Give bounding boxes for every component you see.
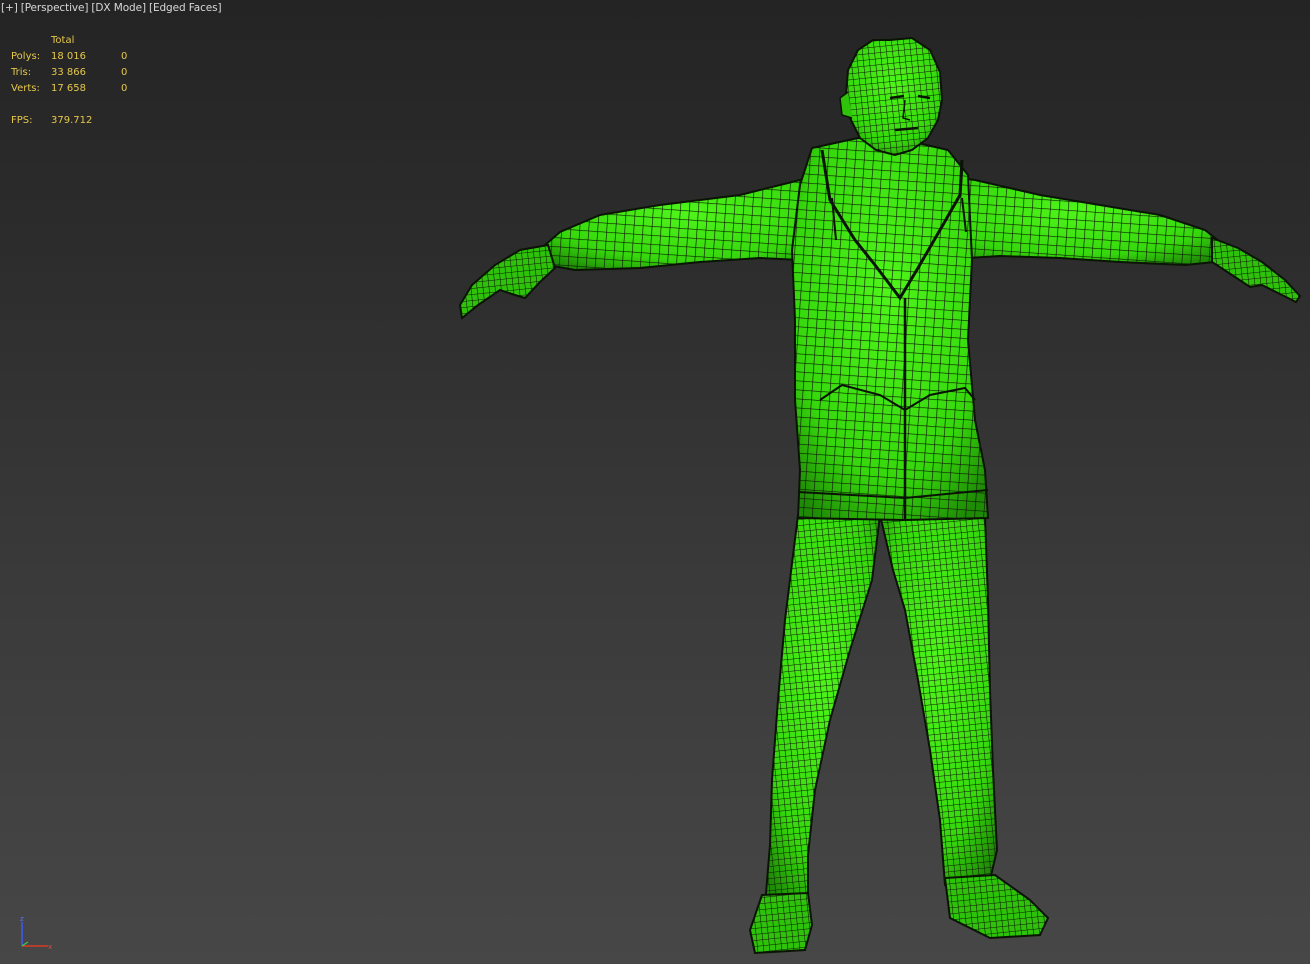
gizmo-z-label: z bbox=[20, 915, 24, 923]
stats-selected-value: 0 bbox=[121, 83, 128, 94]
left-hand bbox=[458, 243, 557, 320]
gizmo-x-label: x bbox=[48, 943, 52, 951]
stats-label: Polys: bbox=[11, 51, 41, 62]
stats-total-value: 33 866 bbox=[51, 67, 86, 78]
stats-header-total: Total bbox=[51, 35, 75, 46]
axis-tripod-icon: z x bbox=[20, 915, 52, 951]
viewport-shading-menu[interactable]: [Edged Faces] bbox=[149, 2, 222, 14]
hoodie-torso bbox=[790, 136, 990, 522]
stats-row-tris: Tris: 33 866 0 bbox=[11, 65, 151, 81]
head bbox=[839, 36, 944, 157]
character-mesh[interactable] bbox=[0, 0, 1310, 964]
stats-label: Tris: bbox=[11, 67, 32, 78]
perspective-viewport[interactable]: [+] [Perspective] [DX Mode] [Edged Faces] T… bbox=[0, 0, 1310, 964]
stats-row-polys: Polys: 18 016 0 bbox=[11, 49, 151, 65]
left-arm bbox=[543, 173, 832, 272]
stats-row-verts: Verts: 17 658 0 bbox=[11, 81, 151, 97]
stats-total-value: 17 658 bbox=[51, 83, 86, 94]
right-hand bbox=[1211, 236, 1302, 304]
statistics-overlay: Total Polys: 18 016 0 Tris: 33 866 0 Ver… bbox=[11, 33, 151, 129]
right-shoe bbox=[943, 873, 1050, 940]
fps-value: 379.712 bbox=[51, 115, 93, 126]
stats-total-value: 18 016 bbox=[51, 51, 86, 62]
viewport-point-of-view-menu[interactable]: [Perspective] bbox=[21, 2, 89, 14]
stats-selected-value: 0 bbox=[121, 51, 128, 62]
fps-label: FPS: bbox=[11, 115, 33, 126]
stats-label: Verts: bbox=[11, 83, 40, 94]
stats-row-fps: FPS: 379.712 bbox=[11, 113, 151, 129]
stats-header-row: Total bbox=[11, 33, 151, 49]
viewport-renderer-menu[interactable]: [DX Mode] bbox=[91, 2, 146, 14]
right-leg bbox=[878, 514, 999, 887]
left-leg bbox=[763, 514, 882, 906]
stats-selected-value: 0 bbox=[121, 67, 128, 78]
viewport-general-menu[interactable]: [+] bbox=[1, 2, 18, 14]
right-arm bbox=[933, 173, 1222, 267]
viewport-label-bar: [+] [Perspective] [DX Mode] [Edged Faces] bbox=[1, 2, 225, 14]
left-shoe bbox=[748, 891, 814, 955]
